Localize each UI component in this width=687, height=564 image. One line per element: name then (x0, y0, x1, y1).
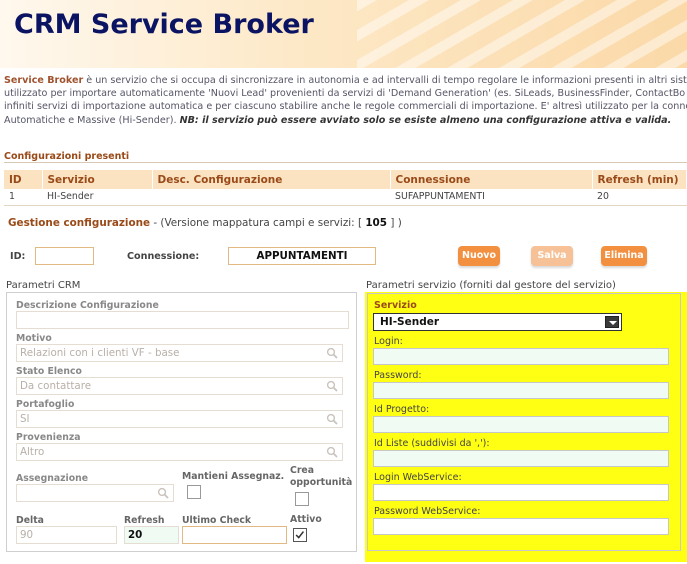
cell-refresh: 20 (597, 191, 609, 203)
motivo-field[interactable]: Relazioni con i clienti VF - base (16, 344, 343, 362)
refresh-field[interactable]: 20 (124, 526, 179, 544)
save-button[interactable]: Salva (531, 246, 573, 266)
cell-connessione: SUFAPPUNTAMENTI (395, 191, 485, 203)
column-header-descrizione[interactable]: Desc. Configurazione (152, 170, 391, 189)
connection-field[interactable]: APPUNTAMENTI (228, 247, 376, 265)
cell-servizio: HI-Sender (47, 191, 94, 203)
intro-text-4: Automatiche e Massive (Hi-Sender). (4, 114, 180, 126)
id-label: ID: (10, 251, 26, 262)
intro-line-4: Automatiche e Massive (Hi-Sender). NB: i… (4, 114, 687, 127)
portafoglio-value: SI (20, 413, 30, 425)
app-title: CRM Service Broker (14, 9, 314, 40)
password-webservice-label: Password WebService: (374, 506, 481, 517)
delta-field[interactable]: 90 (16, 526, 117, 544)
chevron-down-icon[interactable] (605, 316, 619, 328)
table-header-row: ID Servizio Desc. Configurazione Conness… (4, 170, 687, 189)
assegnazione-label: Assegnazione (16, 473, 89, 484)
servizio-select-value: HI-Sender (380, 316, 440, 328)
cell-descrizione (152, 189, 390, 205)
mantieni-checkbox[interactable] (187, 485, 201, 499)
version-suffix: ] ) (387, 217, 402, 229)
magnifier-icon[interactable] (326, 413, 338, 425)
servizio-label: Servizio (374, 300, 417, 311)
login-field[interactable] (373, 348, 669, 365)
crea-label: Crea (290, 465, 314, 476)
column-header-connessione[interactable]: Connessione (390, 170, 593, 189)
ultimo-check-label: Ultimo Check (182, 515, 252, 526)
crea-label-2: opportunità (290, 477, 353, 488)
login-webservice-label: Login WebService: (374, 472, 462, 483)
magnifier-icon[interactable] (326, 347, 338, 359)
delta-label: Delta (16, 515, 44, 526)
management-title: Gestione configurazione - (Versione mapp… (8, 217, 402, 229)
column-header-id[interactable]: ID (4, 170, 43, 189)
stato-field[interactable]: Da contattare (16, 377, 343, 395)
description-label: Descrizione Configurazione (16, 300, 159, 311)
service-params-title: Parametri servizio (forniti dal gestore … (366, 280, 616, 291)
intro-text-1: è un servizio che si occupa di sincroniz… (83, 75, 687, 86)
description-field[interactable] (16, 311, 349, 329)
column-header-servizio[interactable]: Servizio (42, 170, 153, 189)
crm-params-title: Parametri CRM (6, 280, 81, 291)
version-number: 105 (365, 217, 388, 229)
magnifier-icon[interactable] (326, 380, 338, 392)
table-row[interactable]: 1 HI-Sender SUFAPPUNTAMENTI 20 (4, 189, 687, 205)
login-label: Login: (374, 336, 403, 347)
magnifier-icon[interactable] (326, 446, 338, 458)
provenienza-field[interactable]: Altro (16, 443, 343, 461)
magnifier-icon[interactable] (157, 487, 169, 499)
progetto-field[interactable] (373, 416, 669, 433)
password-field[interactable] (373, 382, 669, 399)
provenienza-label: Provenienza (16, 432, 81, 443)
management-heading: Gestione configurazione (8, 217, 151, 229)
checkmark-icon (295, 531, 305, 539)
intro-brand: Service Broker (4, 75, 84, 86)
crea-checkbox[interactable] (295, 492, 309, 506)
intro-line-2: utilizzato per importare automaticamente… (4, 88, 686, 100)
intro-description: Service Broker è un servizio che si occu… (4, 74, 687, 127)
progetto-label: Id Progetto: (374, 404, 430, 415)
cell-id: 1 (9, 191, 15, 203)
stato-label: Stato Elenco (16, 366, 82, 377)
password-webservice-field[interactable] (373, 518, 669, 535)
configurations-table: ID Servizio Desc. Configurazione Conness… (4, 170, 687, 206)
provenienza-value: Altro (20, 446, 45, 458)
connection-label: Connessione: (127, 251, 200, 262)
portafoglio-label: Portafoglio (16, 399, 75, 410)
assegnazione-field[interactable] (16, 484, 174, 502)
delete-button[interactable]: Elimina (601, 246, 647, 266)
motivo-label: Motivo (16, 333, 52, 344)
ultimo-check-field[interactable] (182, 526, 287, 544)
login-webservice-field[interactable] (373, 484, 669, 501)
version-prefix: - (Versione mappatura campi e servizi: [ (150, 217, 366, 229)
configurations-divider (4, 162, 687, 163)
password-label: Password: (374, 370, 422, 381)
attivo-label: Attivo (290, 514, 322, 525)
liste-label: Id Liste (suddivisi da ','): (374, 438, 490, 449)
stato-value: Da contattare (20, 380, 92, 392)
motivo-value: Relazioni con i clienti VF - base (20, 347, 180, 359)
servizio-select[interactable]: HI-Sender (373, 313, 622, 331)
new-button[interactable]: Nuovo (458, 246, 500, 266)
mantieni-label: Mantieni Assegnaz. (182, 471, 285, 482)
intro-line-3: infiniti servizi di importazione automat… (4, 101, 687, 113)
attivo-checkbox[interactable] (293, 528, 307, 542)
configurations-title: Configurazioni presenti (4, 151, 130, 162)
refresh-label: Refresh (124, 515, 165, 526)
id-field[interactable] (35, 247, 94, 265)
portafoglio-field[interactable]: SI (16, 410, 343, 428)
liste-field[interactable] (373, 450, 669, 467)
intro-note: NB: il servizio può essere avviato solo … (179, 114, 672, 126)
column-header-refresh[interactable]: Refresh (min) (592, 170, 687, 189)
header-decoration (357, 0, 687, 68)
intro-line-1: Service Broker è un servizio che si occu… (4, 74, 687, 87)
